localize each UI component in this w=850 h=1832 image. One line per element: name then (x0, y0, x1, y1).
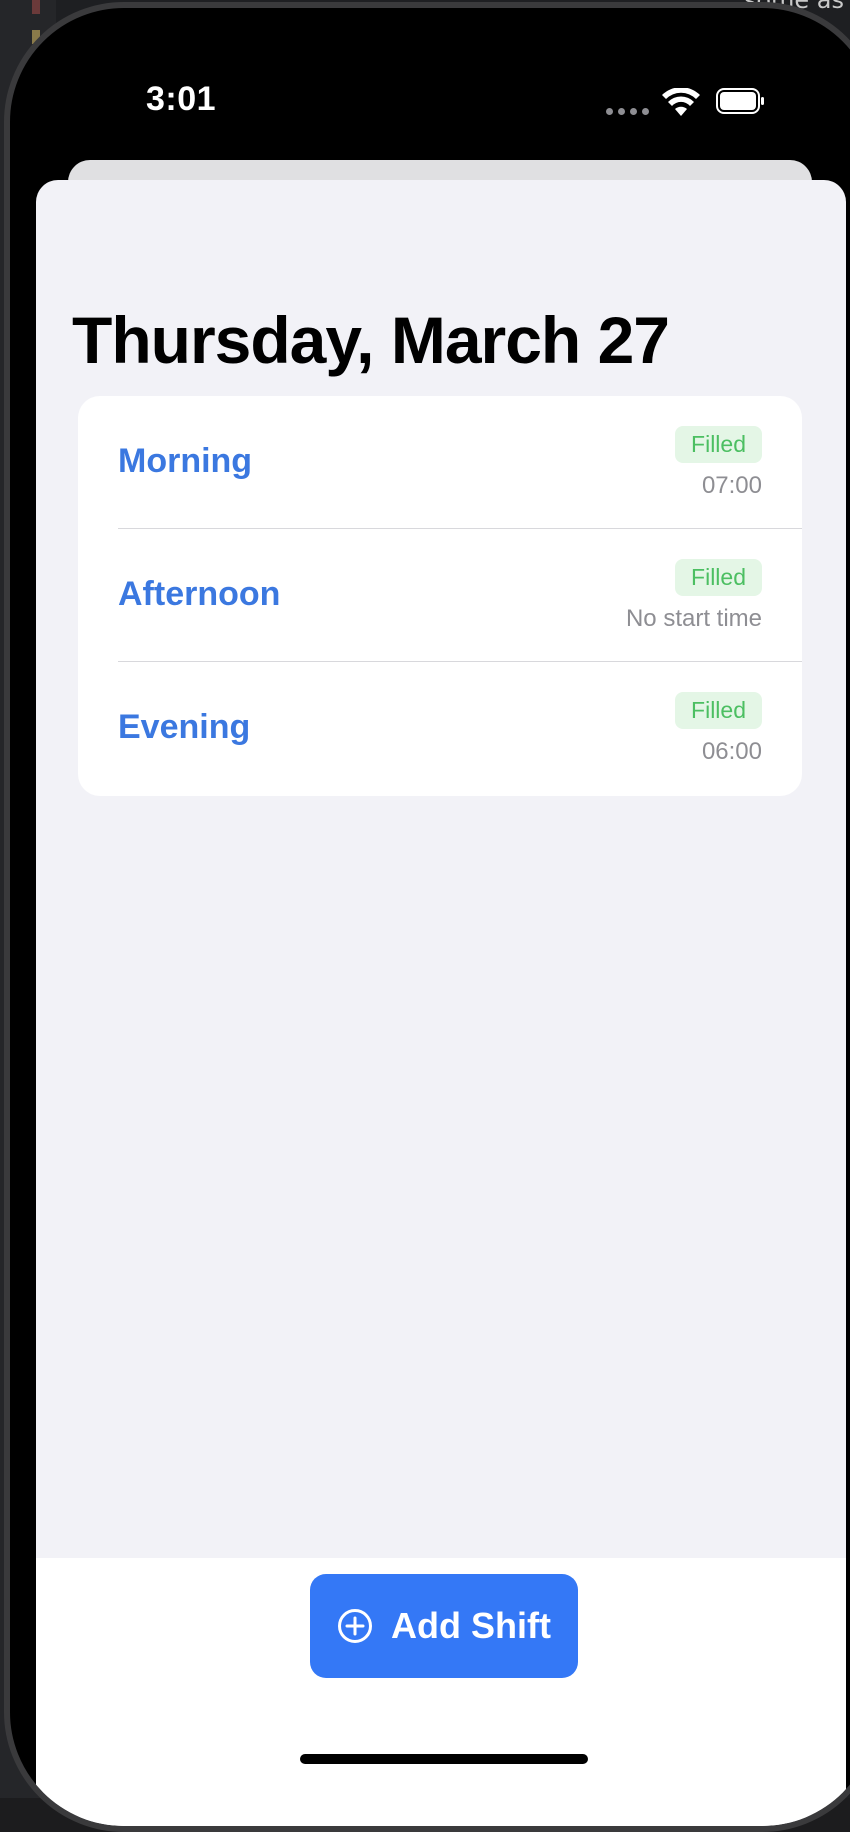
day-detail-sheet: Thursday, March 27 Morning Filled 07:00 … (36, 180, 846, 1826)
home-indicator (300, 1754, 588, 1764)
status-bar: 3:01 (10, 8, 850, 158)
shift-name: Morning (118, 442, 253, 480)
shift-row-evening[interactable]: Evening Filled 06:00 (78, 662, 802, 795)
status-badge: Filled (675, 426, 762, 463)
add-shift-button[interactable]: Add Shift (310, 1574, 578, 1678)
shift-name: Evening (118, 708, 251, 746)
shift-row-afternoon[interactable]: Afternoon Filled No start time (78, 529, 802, 662)
status-badge: Filled (675, 559, 762, 596)
shift-start-time: No start time (625, 605, 762, 632)
shift-start-time: 07:00 (701, 472, 762, 499)
phone-frame: 3:01 Thursday, March 27 Morning Filled 0… (4, 2, 850, 1832)
page-title: Thursday, March 27 (72, 303, 670, 377)
shift-name: Afternoon (118, 575, 281, 613)
status-time: 3:01 (146, 80, 217, 118)
plus-circle-icon (338, 1609, 373, 1643)
add-shift-label: Add Shift (391, 1605, 551, 1646)
shift-row-morning[interactable]: Morning Filled 07:00 (78, 396, 802, 529)
battery-icon (716, 88, 764, 114)
shift-start-time: 06:00 (701, 738, 762, 765)
cellular-dots-icon (606, 108, 649, 115)
status-badge: Filled (675, 692, 762, 729)
wifi-icon (662, 88, 700, 116)
bottom-action-bar: Add Shift (36, 1558, 846, 1826)
shift-list: Morning Filled 07:00 Afternoon Filled No… (78, 396, 802, 796)
